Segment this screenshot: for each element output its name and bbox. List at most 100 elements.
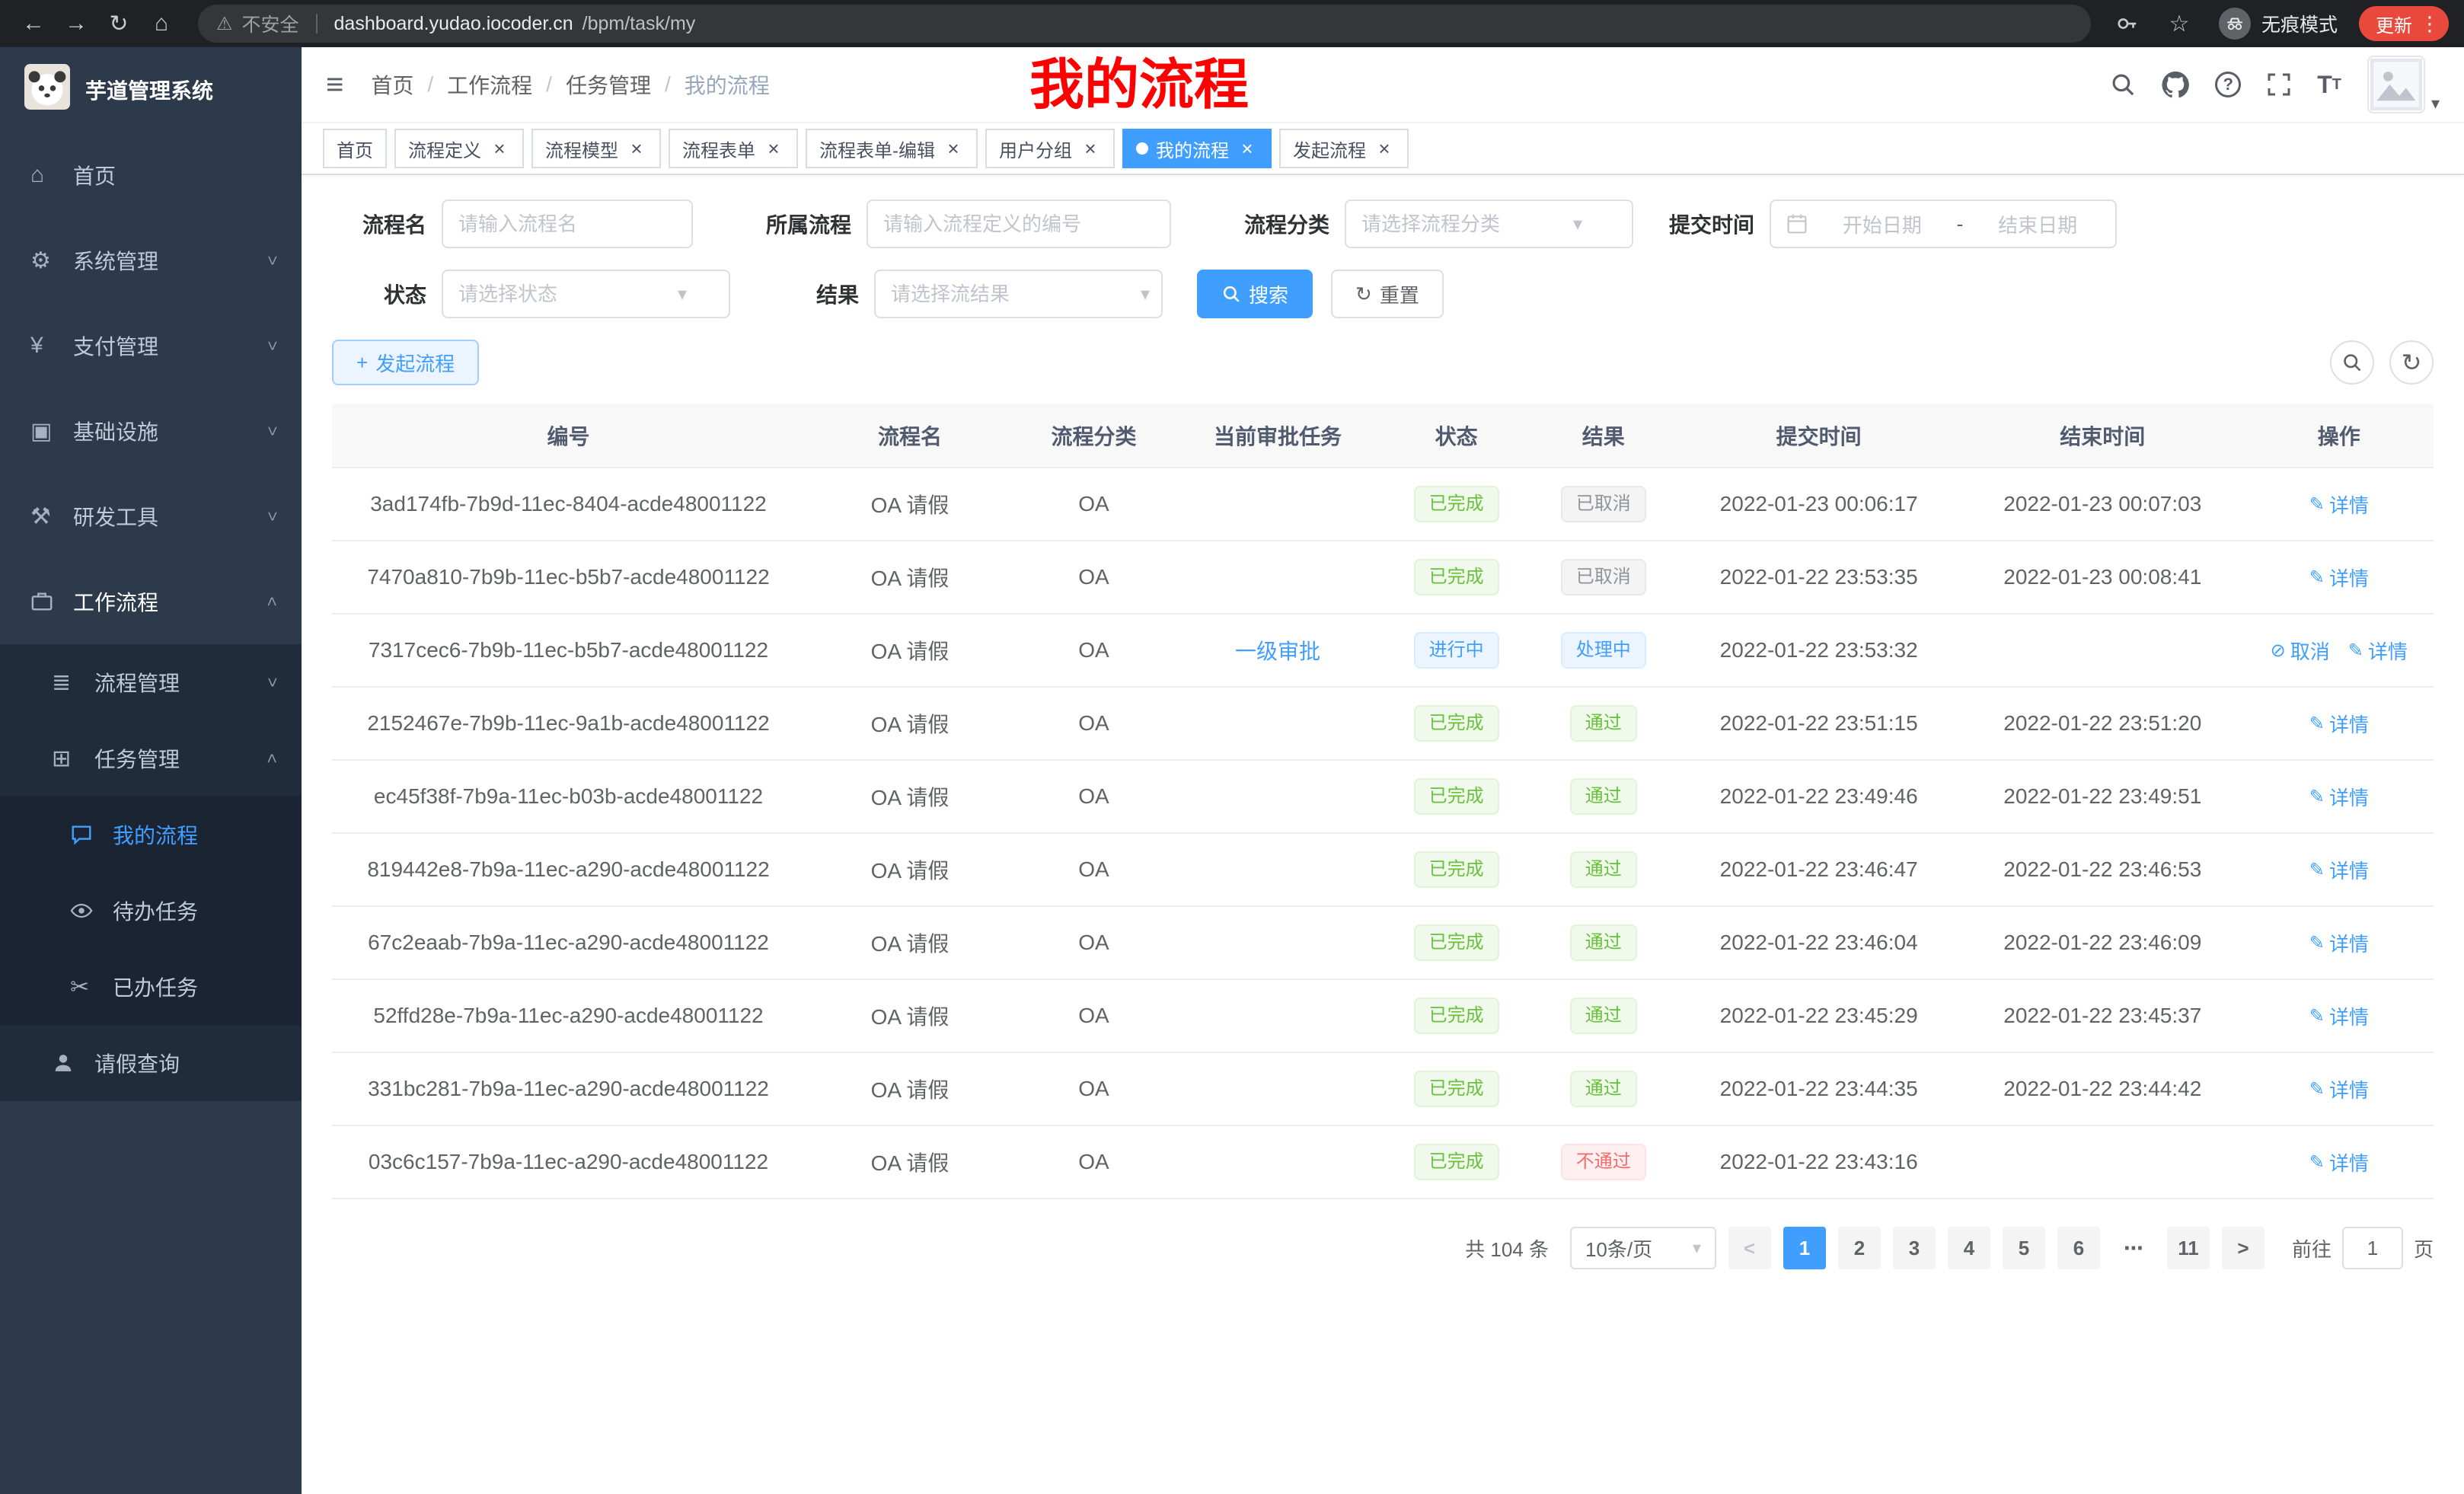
detail-link[interactable]: ✎详情: [2309, 856, 2369, 884]
chevron-down-icon: >: [267, 421, 277, 441]
detail-link[interactable]: ✎详情: [2309, 1148, 2369, 1176]
detail-link[interactable]: ✎详情: [2309, 563, 2369, 592]
table-row: 03c6c157-7b9a-11ec-a290-acde48001122 OA …: [332, 1125, 2434, 1199]
toggle-search-button[interactable]: [2330, 340, 2374, 385]
detail-link[interactable]: ✎详情: [2309, 1075, 2369, 1103]
breadcrumb-item[interactable]: 工作流程: [447, 69, 532, 100]
process-def-input[interactable]: [867, 200, 1171, 248]
sidebar-item-done-tasks[interactable]: ✂ 已办任务: [0, 949, 302, 1025]
search-icon[interactable]: [2110, 72, 2136, 97]
sidebar-item-system-management[interactable]: ⚙ 系统管理 >: [0, 218, 302, 303]
close-icon[interactable]: ×: [1374, 138, 1395, 159]
close-icon[interactable]: ×: [489, 138, 510, 159]
search-button[interactable]: 搜索: [1197, 270, 1313, 318]
process-name-input[interactable]: [442, 200, 693, 248]
page-size-select[interactable]: 10条/页 ▾: [1570, 1227, 1716, 1269]
browser-refresh-icon[interactable]: ↻: [101, 5, 137, 42]
page-button-5[interactable]: 5: [2003, 1227, 2045, 1269]
sidebar-item-process-management[interactable]: ≣ 流程管理 >: [0, 644, 302, 720]
close-icon[interactable]: ×: [763, 138, 784, 159]
browser-back-icon[interactable]: ←: [15, 5, 52, 42]
breadcrumb-separator: /: [665, 72, 671, 97]
help-icon[interactable]: ?: [2215, 72, 2241, 97]
breadcrumb-item-current: 我的流程: [685, 69, 770, 100]
status-badge: 已完成: [1414, 705, 1499, 742]
detail-link[interactable]: ✎详情: [2309, 1002, 2369, 1030]
close-icon[interactable]: ×: [1080, 138, 1101, 159]
github-icon[interactable]: [2162, 71, 2189, 98]
page-button-1[interactable]: 1: [1783, 1227, 1826, 1269]
column-header-status: 状态: [1383, 404, 1530, 468]
detail-link[interactable]: ✎详情: [2348, 637, 2408, 665]
close-icon[interactable]: ×: [943, 138, 964, 159]
sidebar-item-my-process[interactable]: 我的流程: [0, 796, 302, 873]
detail-link[interactable]: ✎详情: [2309, 710, 2369, 738]
status-select[interactable]: [442, 270, 730, 318]
breadcrumb-item[interactable]: 任务管理: [566, 69, 651, 100]
bookmark-star-icon[interactable]: ☆: [2161, 5, 2197, 42]
sidebar-item-payment-management[interactable]: ¥ 支付管理 >: [0, 303, 302, 388]
result-badge: 不通过: [1561, 1144, 1646, 1180]
next-page-button[interactable]: >: [2222, 1227, 2265, 1269]
close-icon[interactable]: ×: [1237, 138, 1258, 159]
key-icon[interactable]: [2109, 5, 2146, 42]
tab-my-process[interactable]: 我的流程 ×: [1122, 129, 1272, 168]
category-select[interactable]: [1345, 200, 1633, 248]
cancel-link[interactable]: ⊘取消: [2271, 637, 2330, 665]
sidebar-item-task-management[interactable]: ⊞ 任务管理 >: [0, 720, 302, 796]
logo[interactable]: 芋道管理系统: [0, 47, 302, 132]
browser-menu-icon[interactable]: ⋮: [2420, 12, 2440, 36]
table-row: 2152467e-7b9b-11ec-9a1b-acde48001122 OA …: [332, 687, 2434, 760]
incognito-icon: [2219, 8, 2251, 40]
initiate-process-button[interactable]: + 发起流程: [332, 340, 479, 385]
result-badge: 已取消: [1561, 559, 1646, 595]
detail-link[interactable]: ✎详情: [2309, 929, 2369, 957]
breadcrumb-item[interactable]: 首页: [371, 69, 413, 100]
fullscreen-icon[interactable]: [2267, 72, 2291, 97]
address-bar[interactable]: ⚠ 不安全 dashboard.yudao.iocoder.cn/bpm/tas…: [198, 5, 2091, 43]
result-badge: 通过: [1570, 705, 1637, 742]
tab-initiate-process[interactable]: 发起流程 ×: [1279, 129, 1409, 168]
sidebar-item-infrastructure[interactable]: ▣ 基础设施 >: [0, 388, 302, 474]
tab-process-model[interactable]: 流程模型 ×: [531, 129, 661, 168]
browser-forward-icon[interactable]: →: [58, 5, 94, 42]
close-icon[interactable]: ×: [626, 138, 647, 159]
prev-page-button[interactable]: >: [1728, 1227, 1771, 1269]
tab-process-definition[interactable]: 流程定义 ×: [394, 129, 524, 168]
font-size-icon[interactable]: TT: [2317, 71, 2341, 99]
page-button-4[interactable]: 4: [1948, 1227, 1990, 1269]
sidebar-item-workflow[interactable]: 工作流程 >: [0, 559, 302, 644]
detail-link[interactable]: ✎详情: [2309, 783, 2369, 811]
tab-process-form-edit[interactable]: 流程表单-编辑 ×: [806, 129, 978, 168]
browser-home-icon[interactable]: ⌂: [143, 5, 180, 42]
tab-home[interactable]: 首页: [323, 129, 387, 168]
page-button-2[interactable]: 2: [1838, 1227, 1881, 1269]
more-pages-icon[interactable]: ⋯: [2112, 1237, 2155, 1260]
reset-button[interactable]: ↻ 重置: [1331, 270, 1444, 318]
page-button-6[interactable]: 6: [2057, 1227, 2100, 1269]
date-range-picker[interactable]: 开始日期 - 结束日期: [1770, 200, 2117, 248]
edit-icon: ✎: [2309, 786, 2325, 808]
result-select[interactable]: [874, 270, 1163, 318]
sidebar-item-leave-query[interactable]: 请假查询: [0, 1025, 302, 1101]
table-header-row: 编号 流程名 流程分类 当前审批任务 状态 结果 提交时间 结束时间 操作: [332, 404, 2434, 468]
page-button-3[interactable]: 3: [1893, 1227, 1936, 1269]
hamburger-icon[interactable]: ≡: [326, 68, 343, 102]
user-menu[interactable]: ▾: [2367, 56, 2440, 113]
tools-icon: ⚒: [30, 503, 64, 530]
refresh-table-button[interactable]: ↻: [2389, 340, 2434, 385]
detail-link[interactable]: ✎详情: [2309, 490, 2369, 519]
page-jump-input[interactable]: [2342, 1227, 2403, 1269]
table-row: 67c2eaab-7b9a-11ec-a290-acde48001122 OA …: [332, 906, 2434, 979]
sidebar-item-home[interactable]: ⌂ 首页: [0, 132, 302, 218]
page-button-11[interactable]: 11: [2167, 1227, 2210, 1269]
sidebar-item-dev-tools[interactable]: ⚒ 研发工具 >: [0, 474, 302, 559]
table-row: 3ad174fb-7b9d-11ec-8404-acde48001122 OA …: [332, 468, 2434, 541]
table-row: ec45f38f-7b9a-11ec-b03b-acde48001122 OA …: [332, 760, 2434, 833]
tab-process-form[interactable]: 流程表单 ×: [669, 129, 798, 168]
avatar: [2367, 56, 2425, 113]
browser-update-button[interactable]: 更新 ⋮: [2359, 6, 2449, 41]
task-link[interactable]: 一级审批: [1235, 640, 1320, 663]
tab-user-group[interactable]: 用户分组 ×: [985, 129, 1115, 168]
sidebar-item-todo-tasks[interactable]: 待办任务: [0, 873, 302, 949]
